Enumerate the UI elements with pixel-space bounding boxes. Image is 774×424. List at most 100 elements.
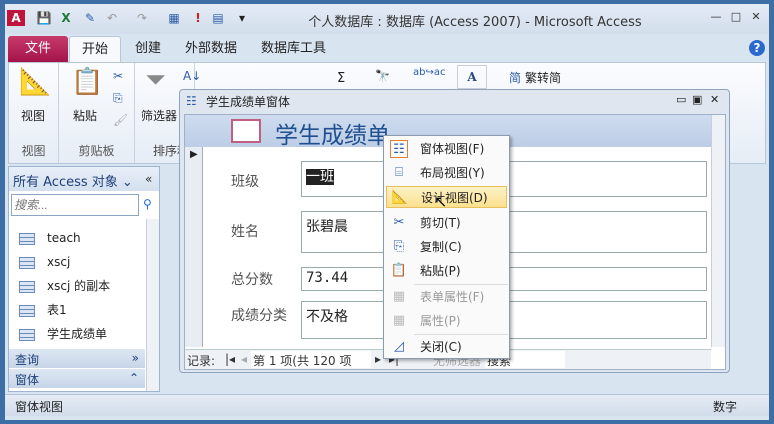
table-icon (19, 304, 35, 317)
cut-icon[interactable]: ✂ (113, 69, 123, 83)
design-view-icon: 📐 (391, 190, 409, 205)
title-bar: A 💾 X ✎ ↶ ↷ ▦ ! ▤ ▾ 个人数据库 : 数据库 (Access … (5, 4, 769, 34)
nav-item-label: 表1 (47, 303, 67, 317)
menu-label: 剪切(T) (420, 216, 461, 230)
nav-item[interactable]: 学生成绩单 (19, 323, 107, 345)
menu-separator (414, 284, 508, 285)
menu-label: 布局视图(Y) (420, 166, 485, 180)
tab-file[interactable]: 文件 (8, 36, 68, 62)
close-button[interactable]: ✕ (747, 10, 765, 24)
menu-item-close[interactable]: ◿ 关闭(C) (386, 336, 507, 358)
context-menu: ☷ 窗体视图(F) ⌸ 布局视图(Y) 📐 设计视图(D) ✂ 剪切(T) ⎘ 复制(C)… (383, 135, 510, 359)
font-icon[interactable]: A (457, 65, 487, 89)
nav-scrollbar[interactable] (146, 219, 159, 391)
search-icon[interactable]: ⚲ (143, 197, 152, 211)
menu-label: 复制(C) (420, 240, 462, 254)
record-label: 记录: (187, 354, 216, 368)
access-logo-icon[interactable]: A (7, 10, 25, 26)
collapse-nav-icon[interactable]: « (145, 172, 152, 186)
expand-icon: » (131, 351, 139, 365)
form-close-button[interactable]: ✕ (710, 93, 719, 106)
table-icon (19, 256, 35, 269)
nav-group-queries[interactable]: 查询 » (9, 349, 145, 368)
form-restore-button[interactable]: ▣ (692, 93, 702, 106)
tab-home[interactable]: 开始 (69, 36, 122, 62)
menu-label: 表单属性(F) (420, 290, 485, 304)
window-title: 个人数据库 : 数据库 (Access 2007) - Microsoft Ac… (308, 15, 642, 30)
menu-item-cut[interactable]: ✂ 剪切(T) (386, 212, 507, 234)
group-views: 📐 视图 视图 (9, 63, 59, 163)
nav-item[interactable]: xscj (19, 251, 70, 273)
form-scrollbar[interactable] (711, 115, 725, 347)
menu-item-paste[interactable]: 📋 粘贴(P) (386, 260, 507, 282)
help-icon[interactable]: ? (749, 40, 765, 56)
mouse-cursor-icon: ↖ (434, 192, 448, 211)
nav-item-label: 学生成绩单 (47, 327, 108, 341)
first-record-button[interactable]: |◂ (225, 352, 235, 366)
menu-item-copy[interactable]: ⎘ 复制(C) (386, 236, 507, 258)
format-painter-icon[interactable]: 🖌 (113, 113, 128, 127)
nav-item[interactable]: xscj 的副本 (19, 275, 110, 297)
copy-icon[interactable]: ⎘ (113, 91, 123, 106)
nav-item[interactable]: 表1 (19, 299, 67, 321)
record-selector[interactable]: ▶ (185, 147, 203, 347)
nav-group-forms[interactable]: 窗体 ⌃ (9, 369, 145, 388)
menu-item-properties[interactable]: ▦ 属性(P) (386, 310, 507, 332)
paste-button[interactable]: 粘贴 (73, 107, 97, 124)
save-icon[interactable]: 💾 (35, 10, 53, 26)
scissors-icon: ✂ (393, 215, 405, 230)
maximize-button[interactable]: □ (727, 10, 745, 24)
prev-record-button[interactable]: ◂ (241, 352, 247, 366)
ribbon-tabs: 文件 开始 创建 外部数据 数据库工具 ? (5, 34, 769, 62)
convert-icon: 简 (509, 71, 522, 85)
sort-ascending-icon[interactable]: A↓ (183, 69, 201, 83)
form-icon: ☷ (186, 94, 197, 108)
tab-external-data[interactable]: 外部数据 (173, 36, 249, 62)
find-icon[interactable]: 🔭 (375, 69, 390, 83)
group-clipboard: 📋 粘贴 ✂ ⎘ 🖌 剪贴板 (59, 63, 135, 163)
table-icon[interactable]: ▤ (209, 10, 227, 26)
menu-item-form-properties[interactable]: ▦ 表单属性(F) (386, 286, 507, 308)
excel-export-icon[interactable]: X (57, 10, 75, 26)
replace-icon[interactable]: ab↪ac (413, 67, 445, 78)
menu-item-layout-view[interactable]: ⌸ 布局视图(Y) (386, 162, 507, 184)
tab-database-tools[interactable]: 数据库工具 (249, 36, 338, 62)
group-label: 视图 (21, 144, 46, 158)
table-icon (19, 280, 35, 293)
group-label: 剪贴板 (78, 144, 115, 158)
nav-search-input[interactable] (11, 194, 139, 216)
layout-view-icon: ⌸ (395, 165, 403, 180)
nav-header[interactable]: 所有 Access 对象 ⌄ (9, 167, 159, 191)
run-icon[interactable]: ! (189, 10, 207, 26)
current-record-icon: ▶ (190, 149, 198, 160)
next-record-button[interactable]: ▸ (375, 352, 381, 366)
class-value: 一班 (306, 169, 334, 185)
totals-icon[interactable]: Σ (337, 71, 345, 86)
properties-icon: ▦ (392, 289, 406, 304)
form-icon[interactable]: ▦ (165, 10, 183, 26)
design-icon[interactable]: ✎ (81, 10, 99, 26)
copy-icon: ⎘ (393, 239, 405, 254)
tab-create[interactable]: 创建 (123, 36, 173, 62)
redo-icon[interactable]: ↷ (133, 10, 151, 26)
customize-qat-icon[interactable]: ▾ (233, 10, 251, 26)
view-button[interactable]: 视图 (21, 107, 45, 124)
chevron-down-icon[interactable]: ⌄ (122, 175, 133, 190)
filter-button[interactable]: 筛选器 (141, 107, 177, 124)
undo-icon[interactable]: ↶ (103, 10, 121, 26)
navigation-pane: 所有 Access 对象 ⌄ « ⚲ teach xscj xscj 的副本 表… (8, 166, 160, 392)
minimize-button[interactable]: — (707, 10, 725, 24)
field-label-class: 班级 (231, 174, 259, 190)
nav-item[interactable]: teach (19, 227, 81, 249)
status-text: 窗体视图 (15, 400, 64, 414)
menu-label: 关闭(C) (420, 340, 462, 354)
form-view-icon: ☷ (390, 140, 408, 158)
convert-button[interactable]: 繁转简 (525, 69, 561, 86)
num-lock-indicator: 数字 (713, 400, 738, 414)
record-position-input[interactable]: 第 1 项(共 120 项 (251, 351, 371, 368)
menu-item-form-view[interactable]: ☷ 窗体视图(F) (386, 138, 507, 160)
menu-separator (414, 334, 508, 335)
nav-group-label: 窗体 (15, 373, 40, 387)
form-minimize-button[interactable]: ▭ (676, 93, 686, 106)
nav-item-label: teach (47, 231, 81, 245)
